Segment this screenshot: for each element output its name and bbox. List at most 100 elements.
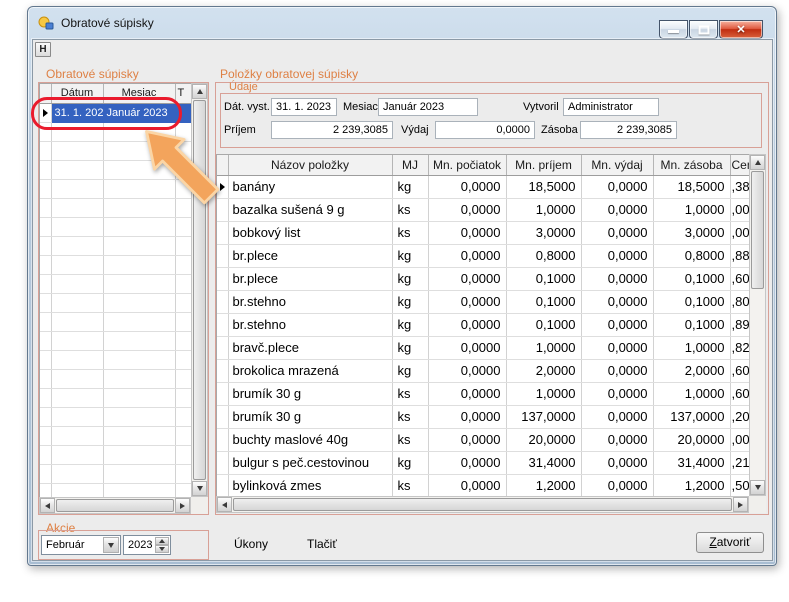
cell-num[interactable]: 0,1000 xyxy=(506,290,581,313)
cell-name[interactable]: brokolica mrazená xyxy=(228,359,392,382)
cell-mj[interactable]: kg xyxy=(392,359,428,382)
scroll-up-button[interactable] xyxy=(192,84,207,99)
cell-cena[interactable]: ,88 xyxy=(730,244,749,267)
dates-empty-row[interactable] xyxy=(40,483,191,497)
zasoba-field[interactable]: 2 239,3085 xyxy=(580,121,677,139)
cell-num[interactable]: 0,0000 xyxy=(428,267,506,290)
cell-cena[interactable]: ,20 xyxy=(730,405,749,428)
cell-num[interactable]: 0,0000 xyxy=(581,175,653,198)
zatvorit-button[interactable]: Zatvoriť xyxy=(696,532,764,553)
combobox-dropdown-button[interactable] xyxy=(103,537,119,553)
cell-mj[interactable]: kg xyxy=(392,267,428,290)
column-header-mn-zasoba[interactable]: Mn. zásoba xyxy=(653,155,730,175)
cell-name[interactable]: br.plece xyxy=(228,267,392,290)
column-header-mn-vydaj[interactable]: Mn. výdaj xyxy=(581,155,653,175)
dates-empty-row[interactable] xyxy=(40,160,191,179)
cell-name[interactable]: bravč.plece xyxy=(228,336,392,359)
dates-vscrollbar[interactable] xyxy=(191,83,208,497)
dates-empty-row[interactable] xyxy=(40,236,191,255)
cell-num[interactable]: 0,0000 xyxy=(581,244,653,267)
scroll-right-button[interactable] xyxy=(175,498,190,513)
cell-datum[interactable]: 31. 1. 2023 xyxy=(51,103,103,122)
mesiac-field[interactable]: Január 2023 xyxy=(378,98,478,116)
items-table-row[interactable]: brumík 30 gks0,00001,00000,00001,0000,60 xyxy=(217,382,749,405)
cell-mesiac[interactable]: Január 2023 xyxy=(103,103,175,122)
cell-cena[interactable]: ,00 xyxy=(730,198,749,221)
scroll-up-button[interactable] xyxy=(750,155,765,170)
cell-mj[interactable]: ks xyxy=(392,221,428,244)
cell-num[interactable]: 0,0000 xyxy=(581,382,653,405)
column-header-mn-prijem[interactable]: Mn. príjem xyxy=(506,155,581,175)
cell-num[interactable]: 0,0000 xyxy=(428,405,506,428)
dates-empty-row[interactable] xyxy=(40,122,191,141)
cell-mj[interactable]: kg xyxy=(392,244,428,267)
items-table-row[interactable]: br.stehnokg0,00000,10000,00000,1000,89 xyxy=(217,313,749,336)
items-table-row[interactable]: buchty maslové 40gks0,000020,00000,00002… xyxy=(217,428,749,451)
cell-num[interactable]: 20,0000 xyxy=(653,428,730,451)
cell-cena[interactable]: ,89 xyxy=(730,313,749,336)
cell-num[interactable]: 137,0000 xyxy=(506,405,581,428)
cell-num[interactable]: 0,0000 xyxy=(581,221,653,244)
column-header-datum[interactable]: Dátum xyxy=(51,84,103,103)
cell-num[interactable]: 0,8000 xyxy=(653,244,730,267)
dates-empty-row[interactable] xyxy=(40,350,191,369)
cell-num[interactable]: 3,0000 xyxy=(506,221,581,244)
cell-num[interactable]: 20,0000 xyxy=(506,428,581,451)
items-table-row[interactable]: bravč.plecekg0,00001,00000,00001,0000,82 xyxy=(217,336,749,359)
cell-name[interactable]: bylinková zmes xyxy=(228,474,392,496)
items-table-row[interactable]: bobkový listks0,00003,00000,00003,0000,0… xyxy=(217,221,749,244)
cell-name[interactable]: bobkový list xyxy=(228,221,392,244)
cell-num[interactable]: 0,1000 xyxy=(506,267,581,290)
cell-num[interactable]: 0,0000 xyxy=(581,267,653,290)
cell-name[interactable]: buchty maslové 40g xyxy=(228,428,392,451)
cell-num[interactable]: 3,0000 xyxy=(653,221,730,244)
dates-empty-row[interactable] xyxy=(40,445,191,464)
prijem-field[interactable]: 2 239,3085 xyxy=(271,121,393,139)
cell-num[interactable]: 0,0000 xyxy=(428,221,506,244)
cell-name[interactable]: brumík 30 g xyxy=(228,382,392,405)
cell-cena[interactable]: ,80 xyxy=(730,290,749,313)
cell-num[interactable]: 0,0000 xyxy=(428,313,506,336)
column-header-mesiac[interactable]: Mesiac xyxy=(103,84,175,103)
cell-num[interactable]: 0,8000 xyxy=(506,244,581,267)
cell-num[interactable]: 0,0000 xyxy=(581,359,653,382)
dates-empty-row[interactable] xyxy=(40,426,191,445)
cell-num[interactable]: 1,0000 xyxy=(653,336,730,359)
scroll-thumb[interactable] xyxy=(751,171,764,289)
tlacit-button[interactable]: Tlačiť xyxy=(307,537,337,551)
column-header-nazov[interactable]: Názov položky xyxy=(228,155,392,175)
cell-num[interactable]: 1,0000 xyxy=(653,198,730,221)
dates-empty-row[interactable] xyxy=(40,141,191,160)
dates-empty-row[interactable] xyxy=(40,198,191,217)
cell-num[interactable]: 0,0000 xyxy=(428,244,506,267)
scroll-down-button[interactable] xyxy=(192,481,207,496)
items-table-row[interactable]: brokolica mrazenákg0,00002,00000,00002,0… xyxy=(217,359,749,382)
items-table-row[interactable]: banánykg0,000018,50000,000018,5000,38 xyxy=(217,175,749,198)
items-table-row[interactable]: br.plecekg0,00000,10000,00000,1000,60 xyxy=(217,267,749,290)
cell-mj[interactable]: ks xyxy=(392,198,428,221)
cell-num[interactable]: 0,0000 xyxy=(581,336,653,359)
cell-num[interactable]: 0,0000 xyxy=(581,198,653,221)
cell-cena[interactable]: ,60 xyxy=(730,359,749,382)
scroll-left-button[interactable] xyxy=(40,498,55,513)
cell-num[interactable]: 1,2000 xyxy=(506,474,581,496)
cell-num[interactable]: 1,0000 xyxy=(506,336,581,359)
month-combobox[interactable]: Február xyxy=(41,535,121,555)
cell-cena[interactable]: ,50 xyxy=(730,474,749,496)
dates-empty-row[interactable] xyxy=(40,407,191,426)
cell-name[interactable]: br.stehno xyxy=(228,313,392,336)
cell-num[interactable]: 0,0000 xyxy=(428,428,506,451)
column-header-clipped[interactable]: T xyxy=(175,84,191,103)
scroll-thumb[interactable] xyxy=(56,499,174,512)
dates-empty-row[interactable] xyxy=(40,388,191,407)
cell-mj[interactable]: ks xyxy=(392,382,428,405)
items-table-row[interactable]: brumík 30 gks0,0000137,00000,0000137,000… xyxy=(217,405,749,428)
titlebar[interactable]: Obratové súpisky ✕ xyxy=(28,7,776,39)
cell-num[interactable]: 31,4000 xyxy=(653,451,730,474)
items-hscrollbar[interactable] xyxy=(216,496,749,513)
cell-mj[interactable]: ks xyxy=(392,474,428,496)
cell-num[interactable]: 0,0000 xyxy=(428,382,506,405)
year-spinner[interactable]: 2023 xyxy=(123,535,171,555)
spinner-up-button[interactable] xyxy=(155,537,169,545)
cell-num[interactable]: 0,0000 xyxy=(581,290,653,313)
